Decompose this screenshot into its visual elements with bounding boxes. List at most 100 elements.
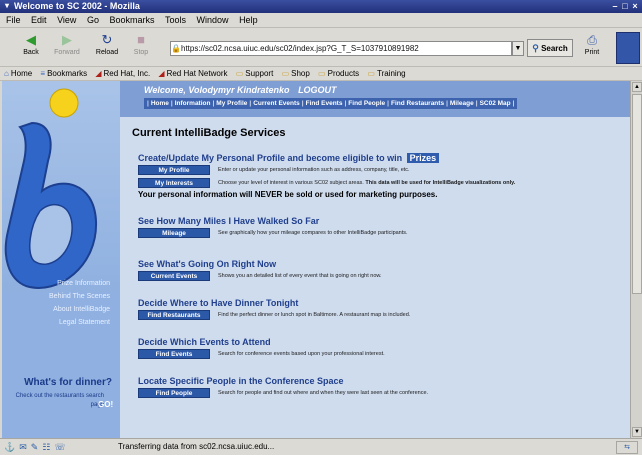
sidebar-links: Prize Information Behind The Scenes Abou… [10,277,110,329]
bookmark-training[interactable]: ▭ Training [367,67,405,80]
header-band: Welcome, Volodymyr Kindratenko LOGOUT | H… [120,81,630,117]
prizes-link[interactable]: Prizes [406,153,440,163]
section-current-events: See What's Going On Right Now Current Ev… [138,259,618,282]
sidebar-link-prize-information[interactable]: Prize Information [10,277,110,290]
address-book-icon[interactable]: ☷ [42,442,54,452]
service-description: Search for people and find out where and… [218,390,429,396]
print-button[interactable]: ⎙ Print [577,31,607,63]
reload-label: Reload [95,49,119,56]
service-description: Shows you an detailed list of every even… [218,273,382,279]
nav-link-sc02-map[interactable]: SC02 Map [480,100,511,107]
section-restaurants: Decide Where to Have Dinner Tonight Find… [138,298,618,321]
service-row: Current Events Shows you an detailed lis… [138,271,618,282]
redhat-icon: ◢ [95,69,102,78]
sidebar-link-about-intellibadge[interactable]: About IntelliBadge [10,303,110,316]
dinner-text: Check out the restaurants search page [15,393,104,408]
bookmark-products[interactable]: ▭ Products [318,67,359,80]
stop-button[interactable]: ■ Stop [126,31,156,63]
back-label: Back [23,49,39,56]
service-description: Choose your level of interest in various… [218,180,516,186]
nav-link-mileage[interactable]: Mileage [450,100,474,107]
current-events-button[interactable]: Current Events [138,271,210,281]
nav-link-find-events[interactable]: Find Events [306,100,343,107]
section-events: Decide Which Events to Attend Find Event… [138,337,618,360]
left-column: Prize Information Behind The Scenes Abou… [2,81,120,438]
stop-label: Stop [133,49,149,56]
back-button[interactable]: ◀ Back [16,31,46,63]
url-bar[interactable]: 🔒https://sc02.ncsa.uiuc.edu/sc02/index.j… [170,41,512,56]
service-row: Mileage See graphically how your mileage… [138,228,618,239]
welcome-text: Welcome, Volodymyr Kindratenko [144,85,290,95]
menu-file[interactable]: File [6,13,21,27]
bookmarks-icon: ≡ [40,69,46,78]
maximize-button[interactable]: □ [620,1,630,12]
nav-link-my-profile[interactable]: My Profile [216,100,247,107]
nav-link-home[interactable]: Home [151,100,169,107]
section-heading: Create/Update My Personal Profile and be… [138,153,618,163]
section-heading: Locate Specific People in the Conference… [138,376,344,386]
nav-link-current-events[interactable]: Current Events [253,100,300,107]
url-dropdown-button[interactable]: ▼ [512,41,524,56]
scroll-thumb[interactable] [632,94,642,294]
browser-window: ▾ Welcome to SC 2002 - Mozilla – □ × File … [0,0,642,455]
dinner-go-link[interactable]: GO! [98,400,113,409]
window-menu-icon[interactable]: ▾ [2,1,12,11]
forward-button[interactable]: ▶ Forward [52,31,82,63]
nav-link-find-people[interactable]: Find People [348,100,385,107]
folder-icon: ▭ [235,69,244,78]
irc-icon[interactable]: ☏ [54,442,69,452]
nav-link-find-restaurants[interactable]: Find Restaurants [391,100,444,107]
section-heading: Decide Which Events to Attend [138,337,271,347]
bookmark-support[interactable]: ▭ Support [236,67,274,80]
search-button[interactable]: ⚲ Search [527,39,573,57]
back-arrow-icon: ◀ [26,32,36,47]
find-events-button[interactable]: Find Events [138,349,210,359]
bookmark-bookmarks[interactable]: ≡ Bookmarks [40,67,87,80]
top-navigation: | Home | Information | My Profile | Current Eve… [144,98,518,109]
minimize-button[interactable]: – [610,1,620,12]
menu-go[interactable]: Go [87,13,99,27]
find-people-button[interactable]: Find People [138,388,210,398]
sidebar-link-legal-statement[interactable]: Legal Statement [10,316,110,329]
menu-help[interactable]: Help [239,13,258,27]
menu-window[interactable]: Window [197,13,229,27]
throbber-logo[interactable] [616,32,640,64]
home-icon: ⌂ [4,69,9,78]
printer-icon: ⎙ [587,33,597,47]
scroll-up-button[interactable]: ▲ [632,82,642,92]
section-mileage: See How Many Miles I Have Walked So Far … [138,216,618,239]
my-interests-button[interactable]: My Interests [138,178,210,188]
reload-button[interactable]: ↻ Reload [92,31,122,63]
folder-icon: ▭ [318,69,326,78]
bookmark-redhat[interactable]: ◢ Red Hat, Inc. [95,67,150,80]
my-profile-button[interactable]: My Profile [138,165,210,175]
menu-tools[interactable]: Tools [165,13,186,27]
mileage-button[interactable]: Mileage [138,228,210,238]
find-restaurants-button[interactable]: Find Restaurants [138,310,210,320]
bookmark-shop[interactable]: ▭ Shop [282,67,310,80]
print-label: Print [584,49,600,56]
composer-icon[interactable]: ✎ [31,442,43,452]
logout-link[interactable]: LOGOUT [298,85,337,95]
menu-edit[interactable]: Edit [31,13,47,27]
bookmark-home[interactable]: ⌂ Home [4,67,32,80]
service-row: Find Events Search for conference events… [138,349,618,360]
menu-bar: File Edit View Go Bookmarks Tools Window… [0,13,642,28]
close-button[interactable]: × [630,1,640,12]
bookmark-redhat-network[interactable]: ◢ Red Hat Network [158,67,227,80]
mail-icon[interactable]: ✉ [19,442,31,452]
service-row: My Profile Enter or update your personal… [138,165,618,176]
title-bar: ▾ Welcome to SC 2002 - Mozilla – □ × [0,0,642,13]
reload-icon: ↻ [101,32,113,47]
nav-link-information[interactable]: Information [175,100,211,107]
scroll-down-button[interactable]: ▼ [632,427,642,437]
service-description: Search for conference events based upon … [218,351,385,357]
menu-view[interactable]: View [57,13,76,27]
menu-bookmarks[interactable]: Bookmarks [109,13,154,27]
vertical-scrollbar[interactable]: ▲ ▼ [630,81,642,438]
navigator-icon[interactable]: ⚓ [4,442,19,452]
component-bar: ⚓✉✎☷☏ [4,439,70,455]
forward-label: Forward [54,49,80,56]
status-text: Transferring data from sc02.ncsa.uiuc.ed… [118,442,275,451]
sidebar-link-behind-the-scenes[interactable]: Behind The Scenes [10,290,110,303]
